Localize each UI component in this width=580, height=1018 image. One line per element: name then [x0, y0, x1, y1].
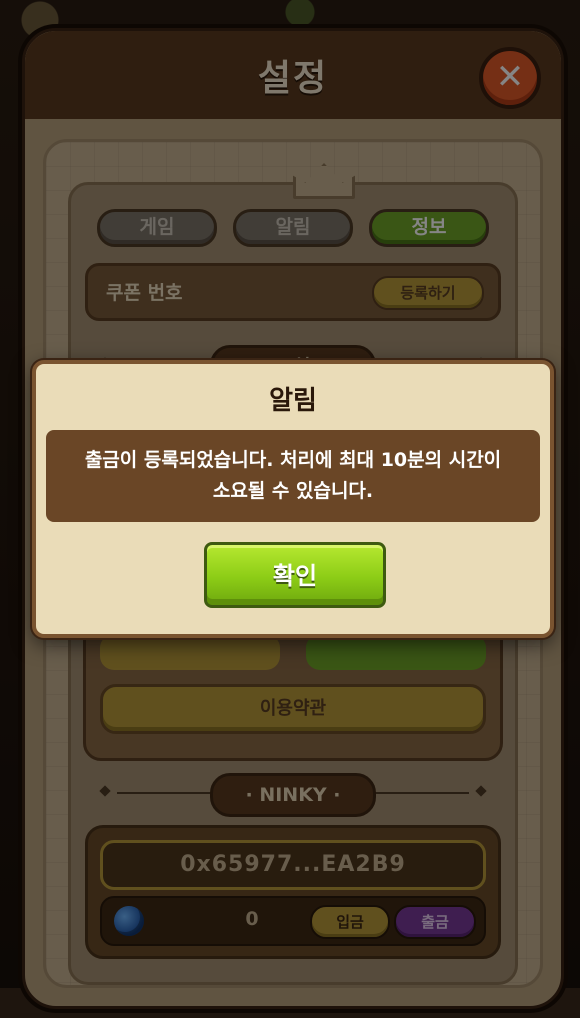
alert-title: 알림 — [269, 386, 317, 416]
alert-message: 출금이 등록되었습니다. 처리에 최대 10분의 시간이 소요될 수 있습니다. — [46, 430, 540, 522]
confirm-button[interactable]: 확인 — [204, 542, 386, 608]
alert-dialog: 알림 출금이 등록되었습니다. 처리에 최대 10분의 시간이 소요될 수 있습… — [32, 360, 554, 638]
